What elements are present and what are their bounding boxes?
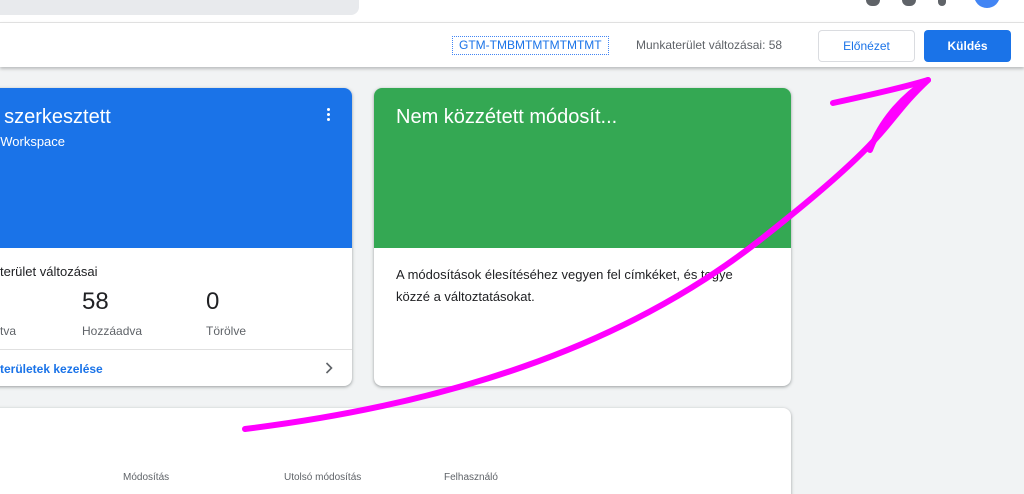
workspace-changes-label: terület változásai (0, 264, 98, 279)
workspace-card-header: t szerkesztett t Workspace (0, 88, 352, 248)
app-top-bar (0, 0, 1024, 22)
unpublished-card-title: Nem közzétett módosít... (396, 106, 618, 128)
chevron-right-icon[interactable] (325, 362, 333, 374)
card-divider (0, 349, 352, 350)
help-icon[interactable] (902, 0, 916, 6)
stat-added-label: Hozzáadva (82, 324, 143, 338)
user-avatar[interactable] (974, 0, 1000, 8)
container-id[interactable]: GTM-TMBMTMTMTMTMT (452, 36, 609, 55)
workspace-changes-count: Munkaterület változásai: 58 (636, 38, 783, 52)
unpublished-card-description: A módosítások élesítéséhez vegyen fel cí… (396, 267, 733, 304)
column-header-last-modified[interactable]: Utolsó módosítás (284, 472, 361, 483)
stat-deleted-value: 0 (206, 288, 220, 315)
more-icon[interactable] (938, 0, 946, 6)
preview-button[interactable]: Előnézet (818, 30, 915, 62)
manage-workspaces-link[interactable]: területek kezelése (0, 362, 103, 376)
stat-modified-label: tva (0, 324, 17, 338)
workspace-card: t szerkesztett t Workspace terület válto… (0, 88, 352, 386)
workspace-card-title: t szerkesztett (0, 106, 111, 128)
workspace-toolbar: GTM-TMBMTMTMTMTMT Munkaterület változása… (0, 22, 1024, 67)
workspace-name: t Workspace (0, 134, 66, 149)
search-bar[interactable] (0, 0, 359, 15)
kebab-menu-icon[interactable] (326, 108, 332, 123)
unpublished-card-header: Nem közzétett módosít... (374, 88, 791, 248)
column-header-user[interactable]: Felhasználó (444, 472, 498, 483)
stat-added-value: 58 (82, 288, 109, 315)
submit-button[interactable]: Küldés (924, 30, 1011, 62)
apps-icon[interactable] (866, 0, 880, 6)
unpublished-changes-card: Nem közzétett módosít... A módosítások é… (374, 88, 791, 386)
workspace-changes-table: Módosítás Utolsó módosítás Felhasználó (0, 408, 791, 494)
stat-deleted-label: Törölve (206, 324, 247, 338)
column-header-change[interactable]: Módosítás (123, 472, 169, 483)
